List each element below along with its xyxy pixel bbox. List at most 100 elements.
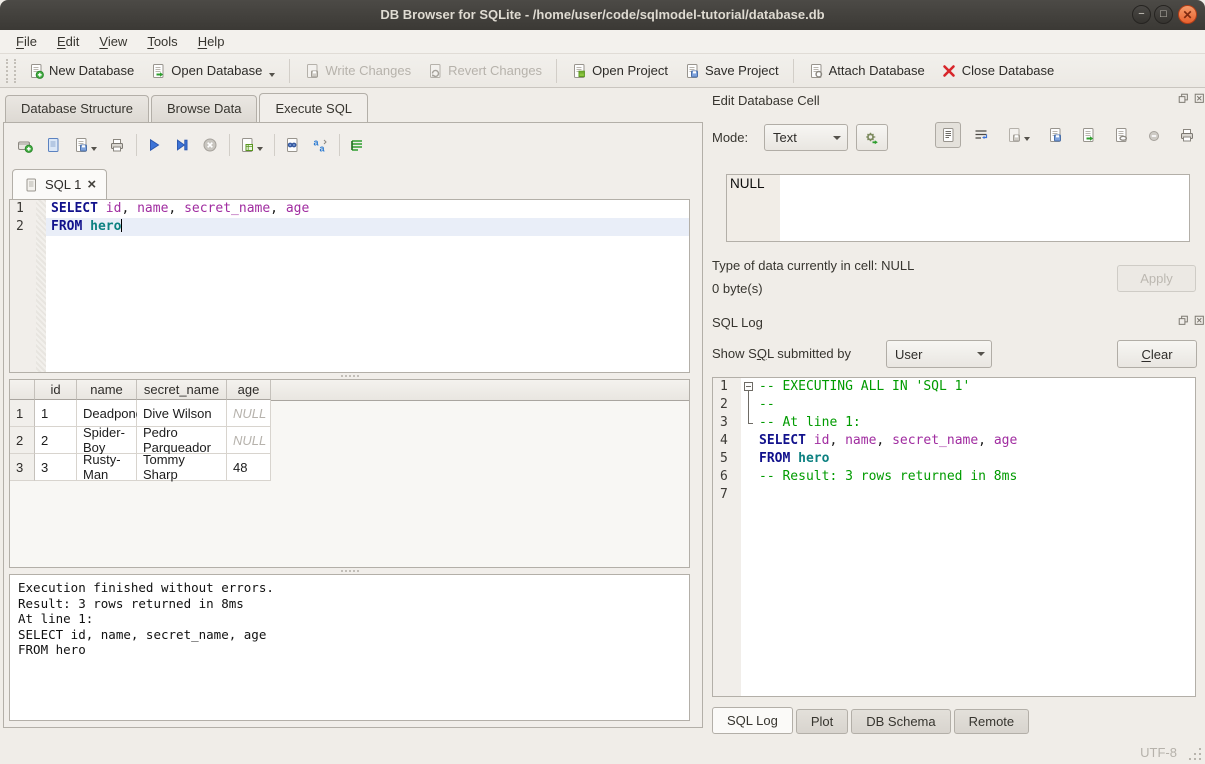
sql-tab-close-icon[interactable]: ×	[87, 177, 96, 192]
execution-message-box[interactable]: Execution finished without errors. Resul…	[9, 574, 690, 721]
open-project-button[interactable]: Open Project	[563, 59, 676, 83]
column-header-age[interactable]: age	[227, 380, 271, 400]
titlebar[interactable]: DB Browser for SQLite - /home/user/code/…	[0, 0, 1205, 31]
dock-tab-sql-log[interactable]: SQL Log	[712, 707, 793, 734]
float-dock-icon[interactable]	[1178, 315, 1191, 328]
dock-tab-remote[interactable]: Remote	[954, 709, 1030, 734]
dock-tab-db-schema[interactable]: DB Schema	[851, 709, 950, 734]
table-cell[interactable]: Spider-Boy	[77, 427, 137, 454]
save-blue-button[interactable]	[1042, 122, 1068, 148]
tab-browse-data[interactable]: Browse Data	[151, 95, 257, 122]
table-cell[interactable]: NULL	[227, 427, 271, 454]
apply-button[interactable]: Apply	[1117, 265, 1196, 292]
code-line[interactable]: 1SELECT id, name, secret_name, age	[10, 200, 689, 218]
stop-button[interactable]	[199, 134, 221, 156]
row-header[interactable]: 2	[10, 427, 35, 454]
dock-tab-plot[interactable]: Plot	[796, 709, 848, 734]
table-cell[interactable]: Rusty-Man	[77, 454, 137, 481]
save-results-button[interactable]	[236, 134, 266, 156]
table-cell[interactable]: Dive Wilson	[137, 400, 227, 427]
new-database-button[interactable]: New Database	[20, 59, 142, 83]
play-button[interactable]	[143, 134, 165, 156]
format-text-button[interactable]: aa	[309, 134, 331, 156]
sql-tab[interactable]: SQL 1 ×	[12, 169, 107, 199]
open-database-label: Open Database	[171, 63, 262, 78]
table-cell[interactable]: Deadpond	[77, 400, 137, 427]
log-line[interactable]: 3-- At line 1:	[713, 414, 1195, 432]
folder-open-button[interactable]	[42, 134, 64, 156]
sql-code-editor[interactable]: 1SELECT id, name, secret_name, age2FROM …	[9, 199, 690, 373]
log-line[interactable]: 2--	[713, 396, 1195, 414]
link-button[interactable]	[1108, 122, 1134, 148]
tab-new-button[interactable]	[14, 134, 36, 156]
encoding-indicator[interactable]: UTF-8	[1140, 745, 1177, 760]
mode-combobox[interactable]: Text	[764, 124, 848, 151]
gear-apply-icon	[864, 130, 880, 146]
table-cell[interactable]: 3	[35, 454, 77, 481]
resize-grip-icon[interactable]	[1189, 748, 1201, 760]
table-cell[interactable]: 1	[35, 400, 77, 427]
log-line[interactable]: 1-- EXECUTING ALL IN 'SQL 1'	[713, 378, 1195, 396]
row-header[interactable]: 3	[10, 454, 35, 481]
log-gutter	[713, 504, 741, 696]
clear-button[interactable]: Clear	[1117, 340, 1197, 368]
code-token: name	[137, 201, 168, 216]
save-file-button[interactable]	[70, 134, 100, 156]
fold-collapse-icon[interactable]	[744, 382, 753, 391]
printer-button[interactable]	[1174, 122, 1200, 148]
column-header-name[interactable]: name	[77, 380, 137, 400]
table-cell[interactable]: Tommy Sharp	[137, 454, 227, 481]
table-cell[interactable]: Pedro Parqueador	[137, 427, 227, 454]
close-database-button[interactable]: Close Database	[933, 59, 1063, 83]
log-line[interactable]: 7	[713, 486, 1195, 504]
window-title: DB Browser for SQLite - /home/user/code/…	[0, 0, 1205, 30]
menu-edit[interactable]: Edit	[47, 31, 89, 52]
float-dock-icon[interactable]	[1178, 93, 1191, 106]
table-cell[interactable]: 2	[35, 427, 77, 454]
close-dock-icon[interactable]	[1194, 315, 1205, 328]
log-line[interactable]: 5FROM hero	[713, 450, 1195, 468]
menu-tools[interactable]: Tools	[137, 31, 187, 52]
auto-switch-mode-button[interactable]	[856, 124, 888, 151]
doc-text-button[interactable]	[935, 122, 961, 148]
menu-view[interactable]: View	[89, 31, 137, 52]
close-dock-icon[interactable]	[1194, 93, 1205, 106]
attach-database-button[interactable]: Attach Database	[800, 59, 933, 83]
tab-database-structure[interactable]: Database Structure	[5, 95, 149, 122]
word-wrap-button[interactable]	[968, 122, 994, 148]
log-line[interactable]: 6-- Result: 3 rows returned in 8ms	[713, 468, 1195, 486]
row-header[interactable]: 1	[10, 400, 35, 427]
printer-button[interactable]	[106, 134, 128, 156]
table-cell[interactable]: NULL	[227, 400, 271, 427]
sql-source-combobox[interactable]: User	[886, 340, 992, 368]
cell-editor[interactable]: NULL	[726, 174, 1190, 242]
log-line[interactable]: 4SELECT id, name, secret_name, age	[713, 432, 1195, 450]
code-line[interactable]: 2FROM hero	[10, 218, 689, 236]
write-changes-button[interactable]: Write Changes	[296, 59, 419, 83]
remove-button[interactable]	[1141, 122, 1167, 148]
open-database-button[interactable]: Open Database	[142, 59, 283, 83]
tab-execute-sql[interactable]: Execute SQL	[259, 93, 368, 122]
minimize-button[interactable]: −	[1132, 5, 1151, 24]
play-to-end-button[interactable]	[171, 134, 193, 156]
save-project-button[interactable]: Save Project	[676, 59, 787, 83]
find-button[interactable]	[281, 134, 303, 156]
close-button[interactable]: ✕	[1178, 5, 1197, 24]
maximize-button[interactable]: □	[1154, 5, 1173, 24]
menu-help[interactable]: Help	[188, 31, 235, 52]
toolbar-drag-handle[interactable]	[6, 59, 16, 83]
results-table[interactable]: idnamesecret_nameage11DeadpondDive Wilso…	[9, 379, 690, 568]
corner-header-cell[interactable]	[10, 380, 35, 400]
column-header-secret-name[interactable]: secret_name	[137, 380, 227, 400]
column-header-id[interactable]: id	[35, 380, 77, 400]
save-gray-button[interactable]	[1001, 122, 1035, 148]
close-database-label: Close Database	[962, 63, 1055, 78]
document-icon	[23, 177, 39, 193]
export-arrow-button[interactable]	[1075, 122, 1101, 148]
word-wrap-green-button[interactable]	[346, 134, 368, 156]
export-arrow-icon	[1080, 127, 1096, 143]
revert-changes-button[interactable]: Revert Changes	[419, 59, 550, 83]
sql-log-view[interactable]: 1-- EXECUTING ALL IN 'SQL 1'2--3-- At li…	[712, 377, 1196, 697]
table-cell[interactable]: 48	[227, 454, 271, 481]
menu-file[interactable]: File	[6, 31, 47, 52]
